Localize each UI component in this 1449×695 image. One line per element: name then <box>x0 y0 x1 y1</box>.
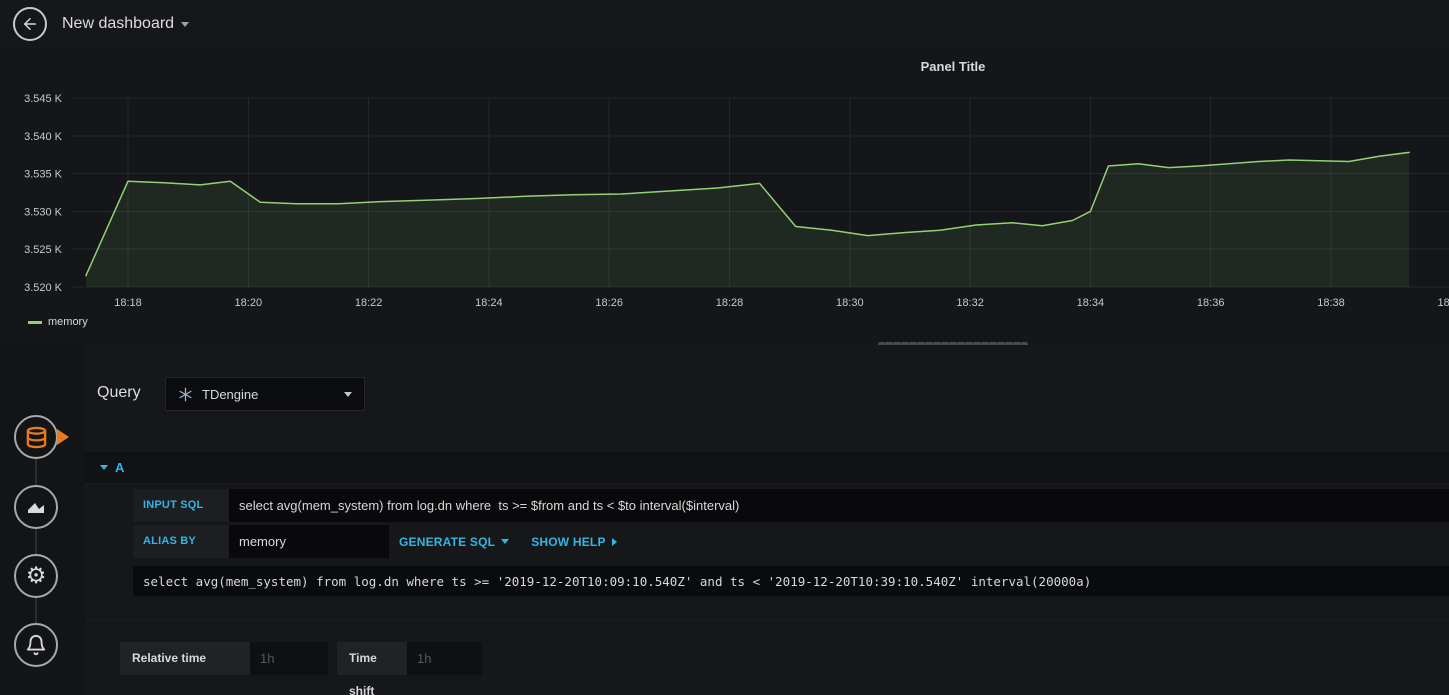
datasource-picker[interactable]: TDengine <box>165 377 365 411</box>
svg-text:3.545 K: 3.545 K <box>24 93 63 105</box>
svg-text:18:20: 18:20 <box>235 297 263 309</box>
chevron-down-icon <box>344 391 352 397</box>
input-sql-row: INPUT SQL <box>133 489 1449 522</box>
dashboard-title[interactable]: New dashboard <box>62 15 174 33</box>
svg-text:18:18: 18:18 <box>114 297 142 309</box>
alias-by-row: ALIAS BY GENERATE SQL SHOW HELP <box>133 525 1449 558</box>
graph-panel: 3.545 K 3.540 K 3.535 K 3.530 K 3.525 K 3.520… <box>0 48 1449 345</box>
svg-text:18:38: 18:38 <box>1317 297 1345 309</box>
svg-text:18:36: 18:36 <box>1197 297 1225 309</box>
show-help-button[interactable]: SHOW HELP <box>531 525 617 558</box>
query-ref-row[interactable]: A <box>85 452 1449 484</box>
svg-text:18:30: 18:30 <box>836 297 864 309</box>
tab-general[interactable]: ⚙ <box>14 554 58 598</box>
tab-queries[interactable] <box>14 415 58 459</box>
generate-sql-label: GENERATE SQL <box>399 534 496 549</box>
chevron-down-icon[interactable] <box>181 21 190 27</box>
input-sql-label: INPUT SQL <box>133 489 229 522</box>
svg-text:18:24: 18:24 <box>475 297 503 309</box>
datasource-name: TDengine <box>202 386 259 402</box>
tab-rail-line <box>35 437 37 645</box>
generated-sql-preview: select avg(mem_system) from log.dn where… <box>133 566 1449 596</box>
time-options-row: Relative time Time shift <box>120 642 482 695</box>
back-button[interactable] <box>13 7 47 41</box>
svg-text:18:34: 18:34 <box>1077 297 1105 309</box>
legend-swatch <box>28 320 42 324</box>
legend-item-memory[interactable]: memory <box>28 316 88 328</box>
show-help-label: SHOW HELP <box>531 534 606 549</box>
query-heading: Query <box>97 384 141 401</box>
svg-text:3.540 K: 3.540 K <box>24 131 63 143</box>
collapse-caret-icon <box>100 465 108 470</box>
time-shift-field[interactable] <box>407 642 482 675</box>
alias-by-field[interactable] <box>229 525 389 558</box>
panel-title[interactable]: Panel Title <box>921 59 986 74</box>
query-ref-id: A <box>115 460 125 475</box>
section-divider <box>85 620 1449 621</box>
grafana-app: New dashboard 3.545 K 3.540 K 3.535 K 3.530… <box>0 0 1449 695</box>
time-shift-label: Time shift <box>337 642 407 695</box>
relative-time-field[interactable] <box>250 642 328 675</box>
database-icon <box>26 426 46 448</box>
tab-alert[interactable] <box>14 623 58 667</box>
bell-icon <box>26 635 46 656</box>
svg-text:18:28: 18:28 <box>716 297 744 309</box>
time-series-chart[interactable]: 3.545 K 3.540 K 3.535 K 3.530 K 3.525 K 3.520… <box>0 48 1449 345</box>
svg-text:3.525 K: 3.525 K <box>24 244 63 256</box>
chevron-right-icon <box>611 537 617 546</box>
svg-text:18:26: 18:26 <box>595 297 623 309</box>
chevron-down-icon <box>501 539 510 544</box>
tdengine-logo-icon <box>179 387 192 401</box>
tab-visualization[interactable] <box>14 485 58 529</box>
svg-text:3.520 K: 3.520 K <box>24 282 63 294</box>
legend-label: memory <box>48 316 88 328</box>
svg-text:18:22: 18:22 <box>355 297 383 309</box>
svg-text:3.535 K: 3.535 K <box>24 169 63 181</box>
svg-text:18:32: 18:32 <box>956 297 984 309</box>
top-bar: New dashboard <box>0 0 1449 48</box>
generate-sql-button[interactable]: GENERATE SQL <box>399 525 510 558</box>
svg-text:3.530 K: 3.530 K <box>24 206 63 218</box>
relative-time-label: Relative time <box>120 642 250 675</box>
input-sql-field[interactable] <box>229 489 1449 522</box>
alias-by-label: ALIAS BY <box>133 525 229 558</box>
active-tab-indicator <box>57 429 69 445</box>
svg-text:18:40: 18:40 <box>1438 297 1449 309</box>
arrow-left-icon <box>24 18 36 30</box>
gear-icon: ⚙ <box>25 562 47 589</box>
chart-icon <box>28 503 44 513</box>
